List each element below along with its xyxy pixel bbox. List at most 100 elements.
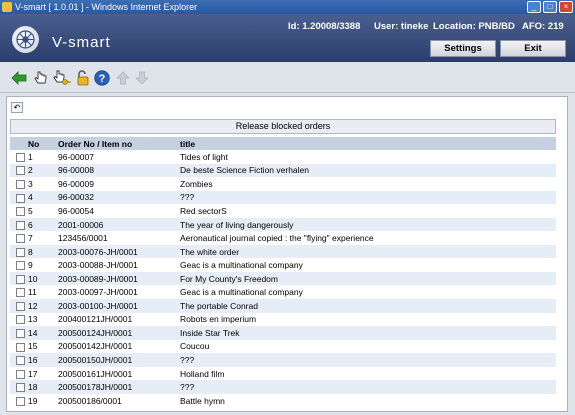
table-row[interactable]: 6 2001-00006 The year of living dangerousl… [10, 217, 556, 232]
row-checkbox[interactable] [16, 220, 25, 230]
row-checkbox[interactable] [16, 207, 25, 217]
row-checkbox-cell [10, 366, 26, 381]
row-checkbox[interactable] [16, 342, 25, 352]
afo-label: AFO: 219 [522, 21, 564, 32]
table-row[interactable]: 10 2003-00089-JH/0001 For My County's Free… [10, 271, 556, 286]
row-checkbox-cell [10, 339, 26, 354]
row-no: 18 [26, 380, 56, 394]
row-no: 7 [26, 231, 56, 245]
row-checkbox[interactable] [16, 329, 25, 338]
row-title: ??? [178, 190, 556, 205]
row-checkbox[interactable] [16, 369, 25, 379]
row-order-no: 123456/0001 [56, 231, 178, 245]
exit-button[interactable]: Exit [500, 40, 566, 57]
row-checkbox-cell [10, 326, 26, 340]
header-no[interactable]: No [26, 137, 56, 150]
close-icon[interactable]: × [559, 1, 573, 13]
row-checkbox-cell [10, 285, 26, 300]
row-title: ??? [178, 353, 556, 367]
row-checkbox[interactable] [16, 179, 25, 189]
maximize-icon[interactable]: □ [543, 1, 557, 13]
table-row[interactable]: 13 200400121JH/0001 Robots en imperium [10, 312, 556, 327]
table-row[interactable]: 2 96-00008 De beste Science Fiction verhal… [10, 163, 556, 178]
row-checkbox-cell [10, 204, 26, 218]
undo-icon[interactable]: ↶ [11, 102, 23, 113]
table-row[interactable]: 5 96-00054 Red sectorS [10, 204, 556, 218]
window-title: V-smart [ 1.0.01 ] - Windows Internet Ex… [15, 2, 198, 12]
table-row[interactable]: 7 123456/0001 Aeronautical journal copied … [10, 231, 556, 245]
row-title: The year of living dangerously [178, 217, 556, 232]
table-row[interactable]: 9 2003-00088-JH/0001 Geac is a multination… [10, 258, 556, 272]
row-checkbox-cell [10, 299, 26, 313]
row-no: 16 [26, 353, 56, 367]
row-checkbox-cell [10, 150, 26, 164]
row-checkbox[interactable] [16, 247, 25, 257]
minimize-icon[interactable]: _ [527, 1, 541, 13]
row-checkbox-cell [10, 258, 26, 272]
row-checkbox[interactable] [16, 274, 25, 284]
row-checkbox[interactable] [16, 288, 25, 298]
row-order-no: 2003-00088-JH/0001 [56, 258, 178, 272]
row-title: De beste Science Fiction verhalen [178, 163, 556, 178]
table-row[interactable]: 1 96-00007 Tides of light [10, 150, 556, 164]
row-checkbox[interactable] [16, 356, 25, 366]
row-title: Robots en imperium [178, 312, 556, 327]
row-checkbox-cell [10, 271, 26, 286]
help-icon[interactable]: ? [93, 69, 111, 86]
settings-button[interactable]: Settings [430, 40, 496, 57]
row-no: 17 [26, 366, 56, 381]
row-no: 2 [26, 163, 56, 178]
padlock-open-icon[interactable] [74, 69, 92, 86]
row-checkbox[interactable] [16, 315, 25, 325]
row-checkbox[interactable] [16, 396, 25, 406]
row-checkbox[interactable] [16, 301, 25, 311]
header-title[interactable]: title [178, 137, 556, 150]
row-checkbox-cell [10, 231, 26, 245]
row-checkbox-cell [10, 190, 26, 205]
ie-app-icon [2, 2, 12, 12]
row-order-no: 96-00008 [56, 163, 178, 178]
table-row[interactable]: 18 200500178JH/0001??? [10, 380, 556, 394]
arrow-down-icon[interactable] [133, 69, 151, 86]
table-row[interactable]: 14 200500124JH/0001 Inside Star Trek [10, 326, 556, 340]
table-row[interactable]: 19 200500186/0001 Battle hymn [10, 393, 556, 408]
row-order-no: 200500142JH/0001 [56, 339, 178, 354]
row-checkbox[interactable] [16, 166, 25, 176]
row-order-no: 200500124JH/0001 [56, 326, 178, 340]
row-order-no: 2003-00076-JH/0001 [56, 244, 178, 259]
grid-title: Release blocked orders [10, 119, 556, 134]
row-order-no: 2001-00006 [56, 217, 178, 232]
table-row[interactable]: 8 2003-00076-JH/0001 The white order [10, 244, 556, 259]
row-checkbox[interactable] [16, 234, 25, 244]
row-order-no: 96-00009 [56, 177, 178, 191]
hand-pointer-icon[interactable] [32, 69, 50, 86]
arrow-up-icon[interactable] [114, 69, 132, 86]
row-title: Coucou [178, 339, 556, 354]
hand-key-icon[interactable] [53, 69, 71, 86]
row-title: The white order [178, 244, 556, 259]
row-checkbox[interactable] [16, 193, 25, 203]
table-row[interactable]: 15 200500142JH/0001 Coucou [10, 339, 556, 354]
row-checkbox-cell [10, 217, 26, 232]
row-order-no: 2003-00097-JH/0001 [56, 285, 178, 300]
row-checkbox[interactable] [16, 152, 25, 162]
row-no: 11 [26, 285, 56, 300]
table-row[interactable]: 12 2003-00100-JH/0001 The portable Conrad [10, 299, 556, 313]
table-row[interactable]: 4 96-00032??? [10, 190, 556, 205]
window-titlebar: V-smart [ 1.0.01 ] - Windows Internet Ex… [0, 0, 575, 14]
table-row[interactable]: 16 200500150JH/0001??? [10, 353, 556, 367]
header-order-no[interactable]: Order No / Item no [56, 137, 178, 150]
arrow-left-icon[interactable] [10, 69, 28, 86]
table-row[interactable]: 17 200500161JH/0001 Holland film [10, 366, 556, 381]
logo-text: V-smart [52, 34, 111, 51]
table-row[interactable]: 3 96-00009 Zombies [10, 177, 556, 191]
row-no: 6 [26, 217, 56, 232]
table-row[interactable]: 11 2003-00097-JH/0001 Geac is a multinatio… [10, 285, 556, 300]
row-order-no: 96-00007 [56, 150, 178, 164]
row-no: 8 [26, 244, 56, 259]
row-checkbox[interactable] [16, 261, 25, 271]
row-order-no: 96-00054 [56, 204, 178, 218]
row-order-no: 200400121JH/0001 [56, 312, 178, 327]
main-panel: ↶ Release blocked orders No Order No / I… [6, 96, 568, 412]
row-checkbox[interactable] [16, 383, 25, 393]
